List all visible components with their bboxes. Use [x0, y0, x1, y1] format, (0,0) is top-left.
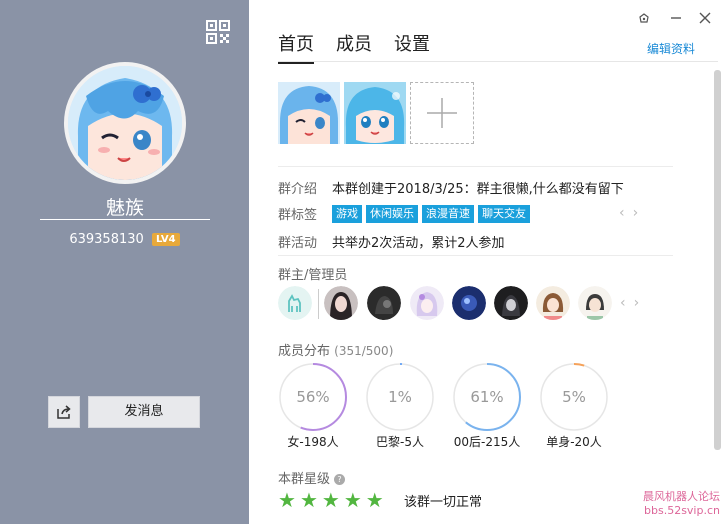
send-message-button[interactable]: 发消息	[88, 396, 200, 428]
add-photo-button[interactable]	[410, 82, 474, 144]
close-icon[interactable]	[695, 8, 715, 28]
scroll-thumb[interactable]	[714, 70, 721, 450]
level-badge: LV4	[151, 233, 180, 246]
distribution-item[interactable]: 56% 女-198人	[278, 362, 348, 450]
admin-avatar[interactable]	[578, 286, 612, 320]
admin-avatar[interactable]	[367, 286, 401, 320]
share-button[interactable]	[48, 396, 80, 428]
distribution-percent: 5%	[562, 388, 586, 406]
detail-panel: 首页 成员 设置 编辑资料 群介绍 本群创建于2018/3/25：群主很懒,什么…	[249, 0, 724, 524]
intro-row: 群介绍 本群创建于2018/3/25：群主很懒,什么都没有留下	[278, 178, 624, 197]
distribution-title-row: 成员分布 (351/500)	[278, 340, 393, 359]
minimize-icon[interactable]	[666, 8, 686, 28]
tab-members[interactable]: 成员	[336, 30, 372, 64]
skin-icon[interactable]	[634, 8, 654, 28]
watermark-line: bbs.52svip.cn	[644, 504, 720, 517]
admin-separator	[318, 289, 319, 319]
distribution-ring: 56%	[278, 362, 348, 432]
star-icon: ★	[321, 488, 340, 512]
tab-settings[interactable]: 设置	[394, 30, 430, 64]
tab-divider	[278, 61, 718, 62]
tags-row: 群标签 游戏 休闲娱乐 浪漫音速 聊天交友	[278, 204, 534, 223]
activity-label: 群活动	[278, 236, 318, 251]
chevron-left-icon[interactable]: ‹	[619, 205, 625, 221]
group-name: 魅族	[105, 197, 144, 219]
admins-title: 群主/管理员	[278, 268, 348, 283]
chevron-left-icon[interactable]: ‹	[620, 295, 626, 311]
admin-avatar[interactable]	[452, 286, 486, 320]
tab-home[interactable]: 首页	[278, 30, 314, 64]
distribution-item[interactable]: 1% 巴黎-5人	[365, 362, 435, 450]
tag[interactable]: 浪漫音速	[422, 204, 474, 223]
group-photo[interactable]	[278, 82, 340, 144]
distribution-ring: 1%	[365, 362, 435, 432]
distribution-percent: 56%	[296, 388, 330, 406]
star-rating: ★ ★ ★ ★ ★	[278, 490, 384, 510]
tag[interactable]: 休闲娱乐	[366, 204, 418, 223]
intro-label: 群介绍	[278, 182, 318, 197]
scrollbar[interactable]	[713, 68, 722, 518]
distribution-percent: 61%	[470, 388, 504, 406]
rating-title: 本群星级	[278, 472, 331, 487]
admin-avatar[interactable]	[536, 286, 570, 320]
group-photo[interactable]	[344, 82, 406, 144]
tab-bar: 首页 成员 设置	[278, 30, 430, 64]
star-icon: ★	[278, 488, 296, 512]
distribution-ring: 61%	[452, 362, 522, 432]
watermark-line: 晨风机器人论坛	[643, 490, 720, 503]
chevron-right-icon[interactable]: ›	[633, 205, 639, 221]
distribution-percent: 1%	[388, 388, 412, 406]
distribution-label: 00后-215人	[453, 435, 521, 449]
group-id-row: 639358130 LV4	[0, 232, 249, 247]
group-id: 639358130	[69, 232, 144, 247]
admins-pager: ‹ ›	[620, 295, 639, 311]
distribution-item[interactable]: 5% 单身-20人	[539, 362, 609, 450]
activity-value: 共举办2次活动，累计2人参加	[332, 236, 505, 251]
distribution-ring: 5%	[539, 362, 609, 432]
star-icon: ★	[299, 488, 318, 512]
admin-avatar[interactable]	[494, 286, 528, 320]
edit-profile-link[interactable]: 编辑资料	[647, 40, 695, 57]
intro-value: 本群创建于2018/3/25：群主很懒,什么都没有留下	[332, 182, 624, 197]
share-icon	[57, 405, 71, 419]
tags-label: 群标签	[278, 208, 318, 223]
chevron-right-icon[interactable]: ›	[634, 295, 640, 311]
rating-status: 该群一切正常	[404, 495, 483, 510]
group-name-field[interactable]: 魅族	[40, 196, 210, 220]
member-count: (351/500)	[334, 344, 394, 358]
star-icon: ★	[343, 488, 362, 512]
profile-panel: 魅族 639358130 LV4 发消息	[0, 0, 249, 524]
owner-avatar[interactable]	[278, 286, 312, 320]
distribution-label: 巴黎-5人	[376, 435, 424, 449]
rating-title-row: 本群星级?	[278, 468, 346, 487]
tag[interactable]: 游戏	[332, 204, 362, 223]
distribution-item[interactable]: 61% 00后-215人	[452, 362, 522, 450]
activity-row: 群活动 共举办2次活动，累计2人参加	[278, 232, 505, 251]
admin-avatar[interactable]	[324, 286, 358, 320]
distribution-label: 单身-20人	[546, 435, 602, 449]
group-avatar[interactable]	[64, 62, 186, 184]
distribution-label: 女-198人	[287, 435, 339, 449]
star-icon: ★	[365, 488, 384, 512]
qr-code-icon[interactable]	[206, 20, 230, 44]
tag[interactable]: 聊天交友	[478, 204, 530, 223]
help-icon[interactable]: ?	[334, 474, 346, 485]
watermark: 晨风机器人论坛 bbs.52svip.cn	[610, 490, 720, 518]
tags-pager: ‹ ›	[619, 205, 638, 221]
divider	[278, 166, 673, 167]
distribution-title: 成员分布	[278, 344, 331, 359]
plus-icon	[427, 98, 457, 128]
admin-avatar[interactable]	[410, 286, 444, 320]
divider	[278, 255, 673, 256]
